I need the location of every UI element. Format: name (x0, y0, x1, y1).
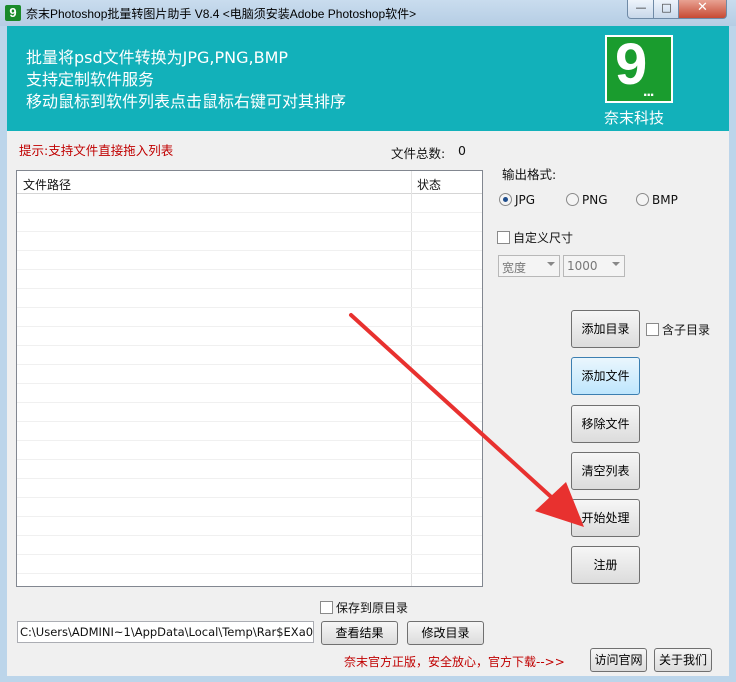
about-us-button[interactable]: 关于我们 (654, 648, 712, 672)
radio-png-label: PNG (582, 192, 608, 207)
drag-hint: 提示:支持文件直接拖入列表 (19, 143, 174, 158)
include-subdir-label: 含子目录 (662, 323, 711, 337)
radio-bmp[interactable]: BMP (636, 192, 678, 208)
size-select[interactable]: 1000 (563, 255, 625, 277)
file-list-header: 文件路径 状态 (17, 171, 482, 194)
radio-jpg-indicator[interactable] (499, 193, 512, 206)
radio-bmp-label: BMP (652, 192, 678, 207)
row-divider (17, 573, 482, 574)
file-count-label: 文件总数: (391, 146, 446, 161)
window-title: 奈末Photoshop批量转图片助手 V8.4 <电脑须安装Adobe Phot… (26, 7, 417, 21)
logo-dots-icon: ... (643, 83, 654, 100)
row-divider (17, 231, 482, 232)
row-divider (17, 288, 482, 289)
file-list[interactable]: 文件路径 状态 (16, 170, 483, 587)
row-divider (17, 459, 482, 460)
output-format-label: 输出格式: (502, 167, 557, 182)
radio-png-indicator[interactable] (566, 193, 579, 206)
custom-size-checkbox[interactable]: 自定义尺寸 (497, 229, 573, 246)
save-to-original-label: 保存到原目录 (336, 601, 409, 615)
close-button[interactable]: ✕ (678, 0, 727, 19)
column-header-status[interactable]: 状态 (417, 176, 441, 193)
file-count-value: 0 (458, 143, 466, 158)
include-subdir-box[interactable] (646, 323, 659, 336)
add-directory-button[interactable]: 添加目录 (571, 310, 640, 348)
row-divider (17, 421, 482, 422)
row-divider (17, 478, 482, 479)
save-to-original-box[interactable] (320, 601, 333, 614)
include-subdir-checkbox[interactable]: 含子目录 (646, 321, 710, 338)
register-button[interactable]: 注册 (571, 546, 640, 584)
view-result-button[interactable]: 查看结果 (321, 621, 398, 645)
add-file-button[interactable]: 添加文件 (571, 357, 640, 395)
company-logo: 9 ... (605, 33, 673, 103)
row-divider (17, 250, 482, 251)
row-divider (17, 383, 482, 384)
row-divider (17, 269, 482, 270)
official-slogan: 奈末官方正版，安全放心，官方下载-->> (344, 655, 565, 669)
remove-file-button[interactable]: 移除文件 (571, 405, 640, 443)
maximize-button[interactable]: □ (653, 0, 680, 19)
row-divider (17, 516, 482, 517)
row-divider (17, 440, 482, 441)
row-divider (17, 497, 482, 498)
minimize-button[interactable]: — (627, 0, 655, 19)
banner-line-1: 批量将psd文件转换为JPG,PNG,BMP (26, 48, 289, 67)
column-header-path[interactable]: 文件路径 (23, 176, 71, 193)
radio-bmp-indicator[interactable] (636, 193, 649, 206)
custom-size-label: 自定义尺寸 (513, 231, 574, 245)
banner-line-2: 支持定制软件服务 (26, 70, 155, 89)
change-directory-button[interactable]: 修改目录 (407, 621, 484, 645)
visit-website-button[interactable]: 访问官网 (590, 648, 647, 672)
row-divider (17, 554, 482, 555)
company-name: 奈末科技 (604, 109, 665, 127)
row-divider (17, 345, 482, 346)
chevron-down-icon (612, 262, 620, 266)
app-icon: 9 (5, 5, 21, 21)
row-divider (17, 364, 482, 365)
save-to-original-checkbox[interactable]: 保存到原目录 (320, 599, 408, 616)
dimension-select-value: 宽度 (502, 261, 527, 275)
row-divider (17, 535, 482, 536)
row-divider (17, 326, 482, 327)
custom-size-box[interactable] (497, 231, 510, 244)
row-divider (17, 402, 482, 403)
radio-jpg[interactable]: JPG (499, 192, 535, 208)
column-separator (411, 171, 412, 586)
banner-line-3: 移动鼠标到软件列表点击鼠标右键可对其排序 (26, 92, 347, 111)
chevron-down-icon (547, 262, 555, 266)
output-path-field[interactable]: C:\Users\ADMINI~1\AppData\Local\Temp\Rar… (17, 621, 314, 643)
start-processing-button[interactable]: 开始处理 (571, 499, 640, 537)
clear-list-button[interactable]: 清空列表 (571, 452, 640, 490)
logo-background: 9 ... (607, 33, 671, 101)
radio-png[interactable]: PNG (566, 192, 608, 208)
radio-jpg-label: JPG (515, 192, 536, 207)
dimension-select[interactable]: 宽度 (498, 255, 560, 277)
row-divider (17, 212, 482, 213)
size-select-value: 1000 (567, 259, 598, 273)
row-divider (17, 307, 482, 308)
